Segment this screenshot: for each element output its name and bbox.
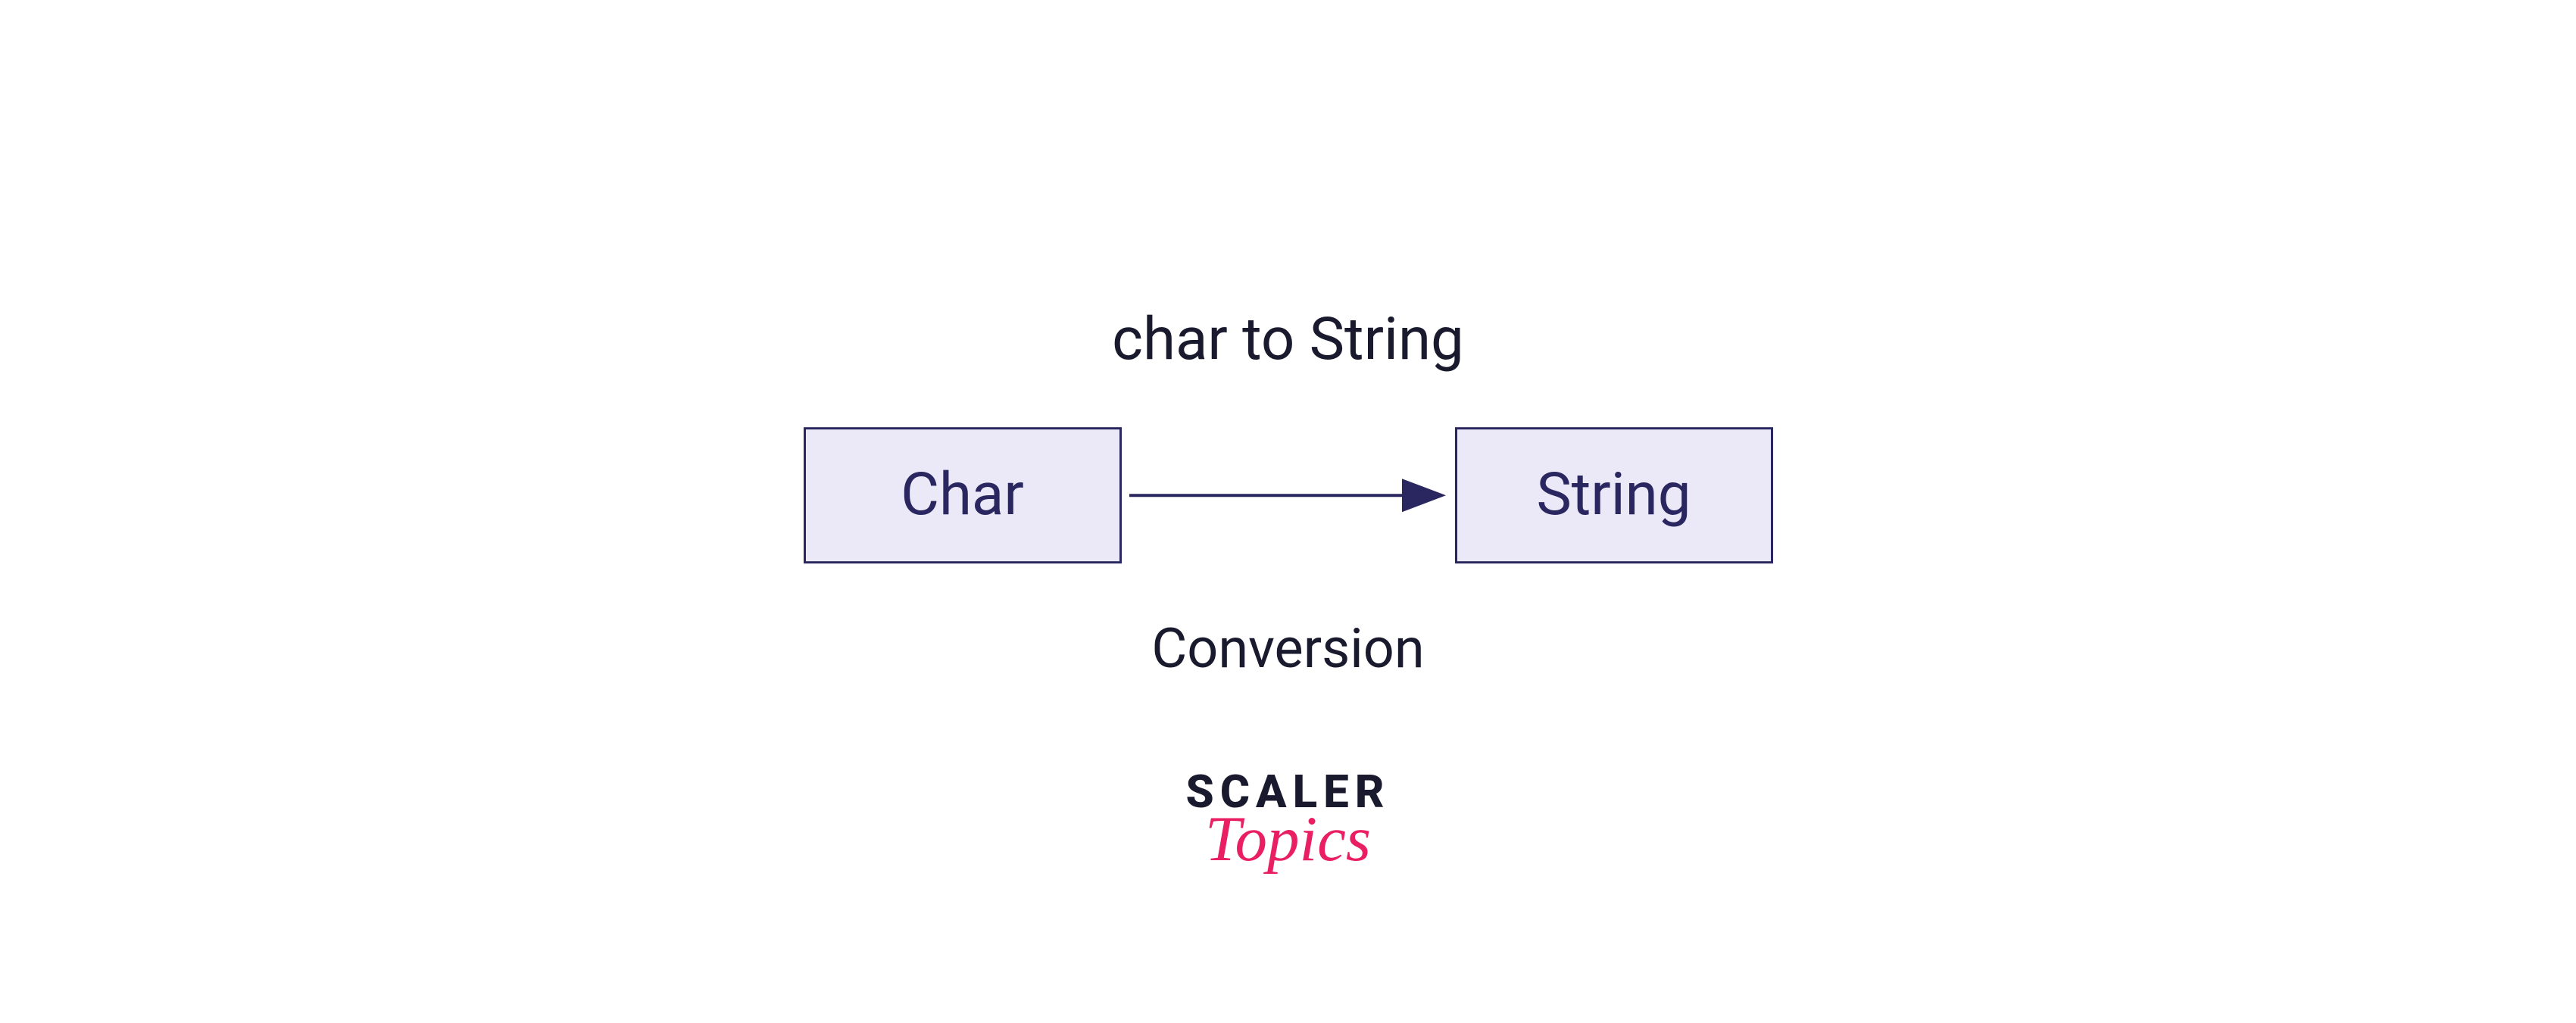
target-box: String [1455,427,1773,563]
diagram-container: char to String Char String Conversion [804,305,1773,681]
arrow-wrapper [1122,465,1455,526]
logo-line-topics: Topics [1205,802,1371,876]
diagram-row: Char String [804,427,1773,563]
diagram-subtitle: Conversion [1151,616,1424,681]
diagram-title: char to String [1112,305,1464,374]
arrow-icon [1122,465,1455,526]
source-box: Char [804,427,1122,563]
brand-logo: SCALER Topics [1185,765,1390,876]
